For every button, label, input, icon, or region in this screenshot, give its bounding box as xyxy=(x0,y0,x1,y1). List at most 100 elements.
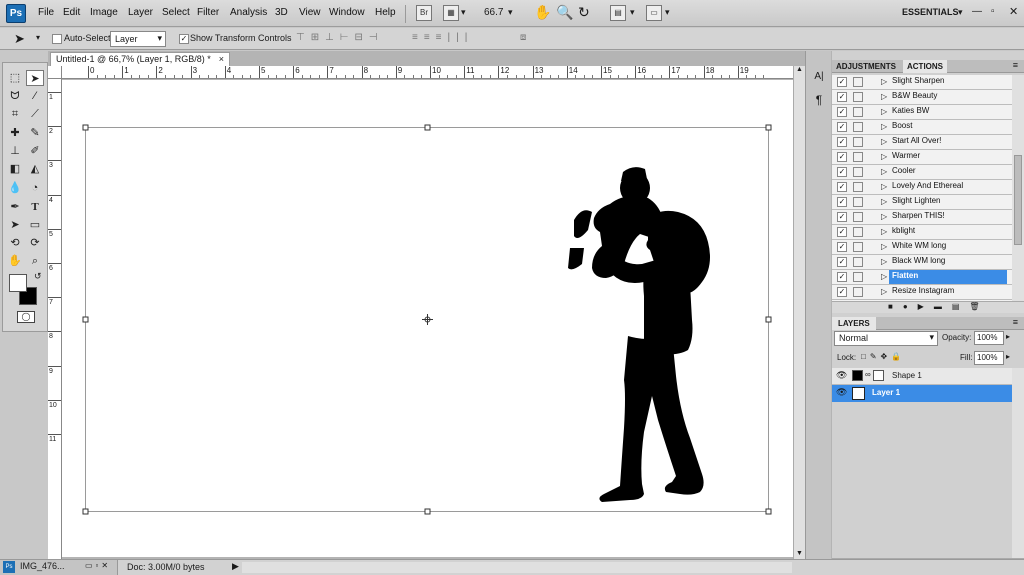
action-item[interactable]: ✓ ▷ kblight xyxy=(832,225,1012,240)
blend-mode-select[interactable]: Normal ▾ xyxy=(834,331,938,346)
action-item[interactable]: ✓ ▷ White WM long xyxy=(832,240,1012,255)
action-item[interactable]: ✓ ▷ Warmer xyxy=(832,150,1012,165)
arrange-documents-icon[interactable]: ▤ xyxy=(610,5,626,21)
panel-menu-icon[interactable]: ≡ xyxy=(1013,60,1018,70)
scrollbar-thumb[interactable] xyxy=(1014,155,1022,245)
character-panel-icon[interactable]: A| xyxy=(811,71,827,87)
expand-triangle-icon[interactable]: ▷ xyxy=(881,272,887,281)
move-tool-icon[interactable]: ➤ xyxy=(14,31,25,47)
window-controls-icons[interactable]: ▭▫✕ xyxy=(85,561,111,570)
eye-icon[interactable]: 👁 xyxy=(836,370,847,381)
action-dialog-toggle[interactable] xyxy=(853,137,863,147)
action-dialog-toggle[interactable] xyxy=(853,107,863,117)
expand-triangle-icon[interactable]: ▷ xyxy=(881,137,887,146)
action-dialog-toggle[interactable] xyxy=(853,227,863,237)
action-enabled-checkbox[interactable]: ✓ xyxy=(837,137,847,147)
brush-tool-icon[interactable]: ✎ xyxy=(26,125,44,141)
expand-triangle-icon[interactable]: ▷ xyxy=(881,92,887,101)
screen-mode-icon[interactable]: ▭ xyxy=(646,5,662,21)
action-item[interactable]: ✓ ▷ Slight Lighten xyxy=(832,195,1012,210)
auto-align-icon[interactable]: ⧈ xyxy=(520,32,526,43)
expand-triangle-icon[interactable]: ▷ xyxy=(881,152,887,161)
chevron-down-icon[interactable]: ▾ xyxy=(630,7,635,18)
scroll-down-icon[interactable]: ▼ xyxy=(796,550,803,557)
swap-colors-icon[interactable]: ↺ xyxy=(34,271,42,282)
paragraph-panel-icon[interactable]: ¶ xyxy=(811,93,827,109)
move-tool-icon[interactable]: ➤ xyxy=(26,70,44,86)
action-item[interactable]: ✓ ▷ Black WM long xyxy=(832,255,1012,270)
healing-brush-icon[interactable]: ✚ xyxy=(6,125,24,141)
auto-select-checkbox[interactable] xyxy=(52,34,62,44)
quick-mask-icon[interactable]: ◯ xyxy=(17,311,35,323)
action-enabled-checkbox[interactable]: ✓ xyxy=(837,122,847,132)
action-controls-icons[interactable]: ■●▶▬▤🗑 xyxy=(888,302,990,311)
clone-stamp-icon[interactable]: ⊥ xyxy=(6,143,24,159)
action-enabled-checkbox[interactable]: ✓ xyxy=(837,227,847,237)
menu-3d[interactable]: 3D xyxy=(275,7,288,18)
action-dialog-toggle[interactable] xyxy=(853,242,863,252)
expand-triangle-icon[interactable]: ▷ xyxy=(881,242,887,251)
expand-triangle-icon[interactable]: ▷ xyxy=(881,197,887,206)
expand-triangle-icon[interactable]: ▷ xyxy=(881,287,887,296)
menu-window[interactable]: Window xyxy=(329,7,365,18)
menu-image[interactable]: Image xyxy=(90,7,118,18)
action-enabled-checkbox[interactable]: ✓ xyxy=(837,92,847,102)
tab-actions[interactable]: ACTIONS xyxy=(903,60,947,73)
transform-center-point[interactable] xyxy=(422,314,433,325)
shape-tool-icon[interactable]: ▭ xyxy=(26,217,44,233)
type-tool-icon[interactable]: T xyxy=(26,199,44,215)
action-dialog-toggle[interactable] xyxy=(853,152,863,162)
expand-triangle-icon[interactable]: ▷ xyxy=(881,167,887,176)
action-dialog-toggle[interactable] xyxy=(853,92,863,102)
layers-scrollbar[interactable] xyxy=(1012,368,1024,558)
dodge-tool-icon[interactable]: ◔ xyxy=(26,180,44,196)
fill-input[interactable]: 100% xyxy=(974,351,1004,365)
action-dialog-toggle[interactable] xyxy=(853,272,863,282)
history-brush-icon[interactable]: ✐ xyxy=(26,143,44,159)
action-item[interactable]: ✓ ▷ Start All Over! xyxy=(832,135,1012,150)
action-dialog-toggle[interactable] xyxy=(853,77,863,87)
action-enabled-checkbox[interactable]: ✓ xyxy=(837,242,847,252)
action-dialog-toggle[interactable] xyxy=(853,167,863,177)
action-enabled-checkbox[interactable]: ✓ xyxy=(837,272,847,282)
lock-icons[interactable]: □✎✥🔒 xyxy=(861,352,905,361)
menu-edit[interactable]: Edit xyxy=(63,7,80,18)
action-item[interactable]: ✓ ▷ B&W Beauty xyxy=(832,90,1012,105)
blur-tool-icon[interactable]: 💧 xyxy=(6,180,24,196)
hand-tool-icon[interactable]: ✋ xyxy=(6,253,24,269)
chevron-down-icon[interactable]: ▾ xyxy=(958,7,963,18)
menu-help[interactable]: Help xyxy=(375,7,396,18)
action-dialog-toggle[interactable] xyxy=(853,182,863,192)
foreground-color-swatch[interactable] xyxy=(9,274,27,292)
action-item[interactable]: ✓ ▷ Slight Sharpen xyxy=(832,75,1012,90)
chevron-down-icon[interactable]: ▾ xyxy=(508,7,513,18)
bridge-icon[interactable]: Br xyxy=(416,5,432,21)
document-tab[interactable]: Untitled-1 @ 66,7% (Layer 1, RGB/8) * × xyxy=(50,52,230,66)
canvas[interactable] xyxy=(62,80,793,557)
chevron-down-icon[interactable]: ▾ xyxy=(665,7,670,18)
expand-triangle-icon[interactable]: ▷ xyxy=(881,77,887,86)
action-enabled-checkbox[interactable]: ✓ xyxy=(837,212,847,222)
action-enabled-checkbox[interactable]: ✓ xyxy=(837,167,847,177)
3d-orbit-icon[interactable]: ⟳ xyxy=(26,235,44,251)
action-dialog-toggle[interactable] xyxy=(853,287,863,297)
lasso-tool-icon[interactable]: ᗢ xyxy=(6,88,24,104)
distribute-icons[interactable]: ≡≡≡||| xyxy=(412,32,473,43)
pen-tool-icon[interactable]: ✒ xyxy=(6,199,24,215)
auto-select-target-select[interactable]: Layer ▾ xyxy=(110,31,166,47)
minimized-document[interactable]: Ps IMG_476... ▭▫✕ xyxy=(0,560,118,575)
panel-menu-icon[interactable]: ≡ xyxy=(1013,317,1018,327)
action-item[interactable]: ✓ ▷ Sharpen THIS! xyxy=(832,210,1012,225)
action-enabled-checkbox[interactable]: ✓ xyxy=(837,107,847,117)
status-menu-arrow-icon[interactable]: ▶ xyxy=(232,561,239,572)
path-selection-icon[interactable]: ➤ xyxy=(6,217,24,233)
menu-layer[interactable]: Layer xyxy=(128,7,153,18)
marquee-tool-icon[interactable]: ⬚ xyxy=(6,70,24,86)
view-extras-icon[interactable]: ▦ xyxy=(443,5,459,21)
zoom-icon[interactable]: 🔍 xyxy=(556,4,573,21)
eye-icon[interactable]: 👁 xyxy=(836,387,847,398)
menu-analysis[interactable]: Analysis xyxy=(230,7,267,18)
chevron-down-icon[interactable]: ▾ xyxy=(36,33,40,42)
menu-view[interactable]: View xyxy=(299,7,321,18)
action-item[interactable]: ✓ ▷ Flatten xyxy=(832,270,1012,285)
